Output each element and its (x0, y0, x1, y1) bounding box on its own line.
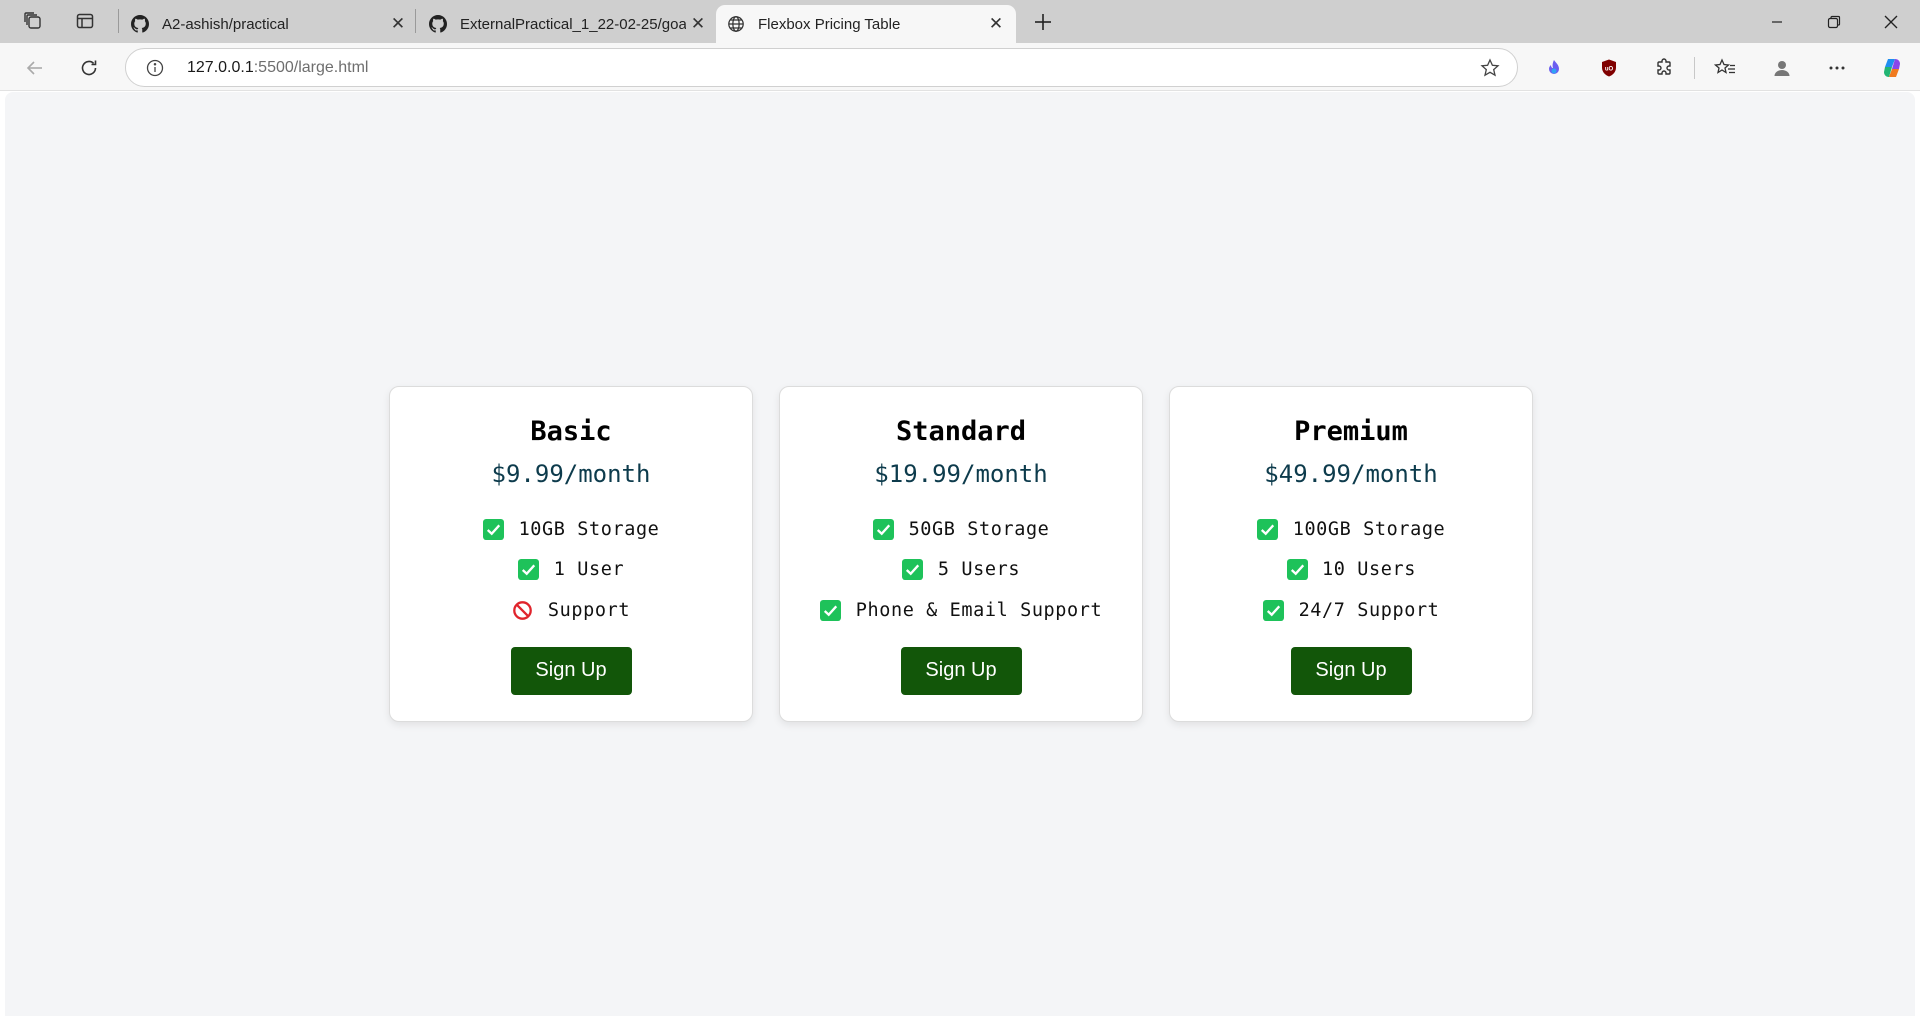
browser-toolbar: 127.0.0.1:5500/large.html uO (0, 43, 1920, 91)
feature-item: 10GB Storage (483, 509, 660, 550)
plan-card-basic: Basic $9.99/month 10GB Storage 1 User Su… (389, 386, 753, 722)
profile-icon[interactable] (1765, 51, 1799, 85)
svg-text:uO: uO (1605, 67, 1614, 73)
close-tab-icon[interactable]: ✕ (986, 14, 1006, 34)
page-viewport: Basic $9.99/month 10GB Storage 1 User Su… (5, 92, 1915, 1016)
feature-text: 10GB Storage (518, 518, 660, 540)
github-icon (428, 14, 448, 34)
ublock-icon[interactable]: uO (1592, 51, 1626, 85)
tab-flexbox-pricing[interactable]: Flexbox Pricing Table ✕ (716, 5, 1016, 43)
plan-price: $9.99/month (491, 460, 651, 488)
site-info-icon[interactable] (144, 57, 166, 79)
favorites-icon[interactable] (1708, 51, 1742, 85)
extensions-icon[interactable] (1647, 51, 1681, 85)
feature-item: 10 Users (1286, 550, 1416, 591)
close-tab-icon[interactable]: ✕ (688, 14, 708, 34)
minimize-icon[interactable] (1748, 0, 1806, 43)
feature-item: Support (512, 590, 630, 631)
feature-text: Phone & Email Support (855, 599, 1103, 621)
close-window-icon[interactable] (1862, 0, 1920, 43)
plan-name: Basic (530, 416, 612, 447)
sign-up-button[interactable]: Sign Up (900, 646, 1022, 695)
check-icon (1263, 599, 1285, 621)
url-host: 127.0.0.1 (187, 59, 254, 76)
restore-icon[interactable] (1805, 0, 1863, 43)
feature-text: 10 Users (1322, 559, 1416, 581)
sign-up-button[interactable]: Sign Up (510, 646, 632, 695)
plan-name: Premium (1294, 416, 1408, 447)
plan-name: Standard (895, 416, 1027, 447)
prohibited-icon (512, 599, 534, 621)
tab-actions-icon[interactable] (70, 7, 100, 35)
feature-list: 50GB Storage 5 Users Phone & Email Suppo… (820, 509, 1103, 631)
check-icon (1286, 559, 1308, 581)
feature-item: 50GB Storage (873, 509, 1050, 550)
pricing-table: Basic $9.99/month 10GB Storage 1 User Su… (389, 386, 1533, 722)
feature-item: 5 Users (902, 550, 1020, 591)
plan-card-premium: Premium $49.99/month 100GB Storage 10 Us… (1169, 386, 1533, 722)
favorite-star-icon[interactable] (1479, 57, 1501, 79)
check-icon (518, 559, 540, 581)
plan-price: $49.99/month (1264, 460, 1438, 488)
tab-title: Flexbox Pricing Table (758, 15, 901, 33)
workspaces-icon[interactable] (18, 7, 48, 35)
back-icon[interactable] (18, 51, 52, 85)
toolbar-separator (1694, 57, 1695, 79)
check-icon (902, 559, 924, 581)
feature-item: 100GB Storage (1257, 509, 1446, 550)
new-tab-icon[interactable] (1028, 7, 1058, 37)
check-icon (483, 518, 505, 540)
plan-card-standard: Standard $19.99/month 50GB Storage 5 Use… (779, 386, 1143, 722)
feature-text: 5 Users (937, 559, 1021, 581)
check-icon (873, 518, 895, 540)
feature-text: 50GB Storage (908, 518, 1050, 540)
url-text[interactable]: 127.0.0.1:5500/large.html (187, 59, 368, 77)
copilot-flame-icon[interactable] (1537, 51, 1571, 85)
feature-text: 24/7 Support (1298, 599, 1440, 621)
feature-list: 10GB Storage 1 User Support (483, 509, 660, 631)
feature-item: Phone & Email Support (820, 590, 1103, 631)
check-icon (820, 599, 842, 621)
url-path: :5500/large.html (253, 59, 369, 76)
tab-title: ExternalPractical_1_22-02-25/goal (460, 15, 686, 33)
tab-github-practical[interactable]: A2-ashish/practical ✕ (120, 5, 412, 43)
globe-icon (726, 14, 746, 34)
tab-title: A2-ashish/practical (162, 15, 289, 33)
plan-price: $19.99/month (874, 460, 1048, 488)
tab-github-external[interactable]: ExternalPractical_1_22-02-25/goal ✕ (418, 5, 714, 43)
close-tab-icon[interactable]: ✕ (388, 14, 408, 34)
more-menu-icon[interactable] (1820, 51, 1854, 85)
feature-item: 24/7 Support (1263, 590, 1440, 631)
address-bar[interactable]: 127.0.0.1:5500/large.html (125, 48, 1518, 87)
feature-text: 1 User (553, 559, 625, 581)
sign-up-button[interactable]: Sign Up (1290, 646, 1412, 695)
feature-item: 1 User (518, 550, 624, 591)
check-icon (1257, 518, 1279, 540)
reload-icon[interactable] (72, 51, 106, 85)
copilot-icon[interactable] (1875, 51, 1909, 85)
tab-separator (415, 9, 416, 33)
feature-text: 100GB Storage (1292, 518, 1446, 540)
github-icon (130, 14, 150, 34)
feature-list: 100GB Storage 10 Users 24/7 Support (1257, 509, 1446, 631)
feature-text: Support (547, 599, 631, 621)
tab-strip: A2-ashish/practical ✕ ExternalPractical_… (0, 0, 1920, 43)
tab-separator (118, 9, 119, 33)
